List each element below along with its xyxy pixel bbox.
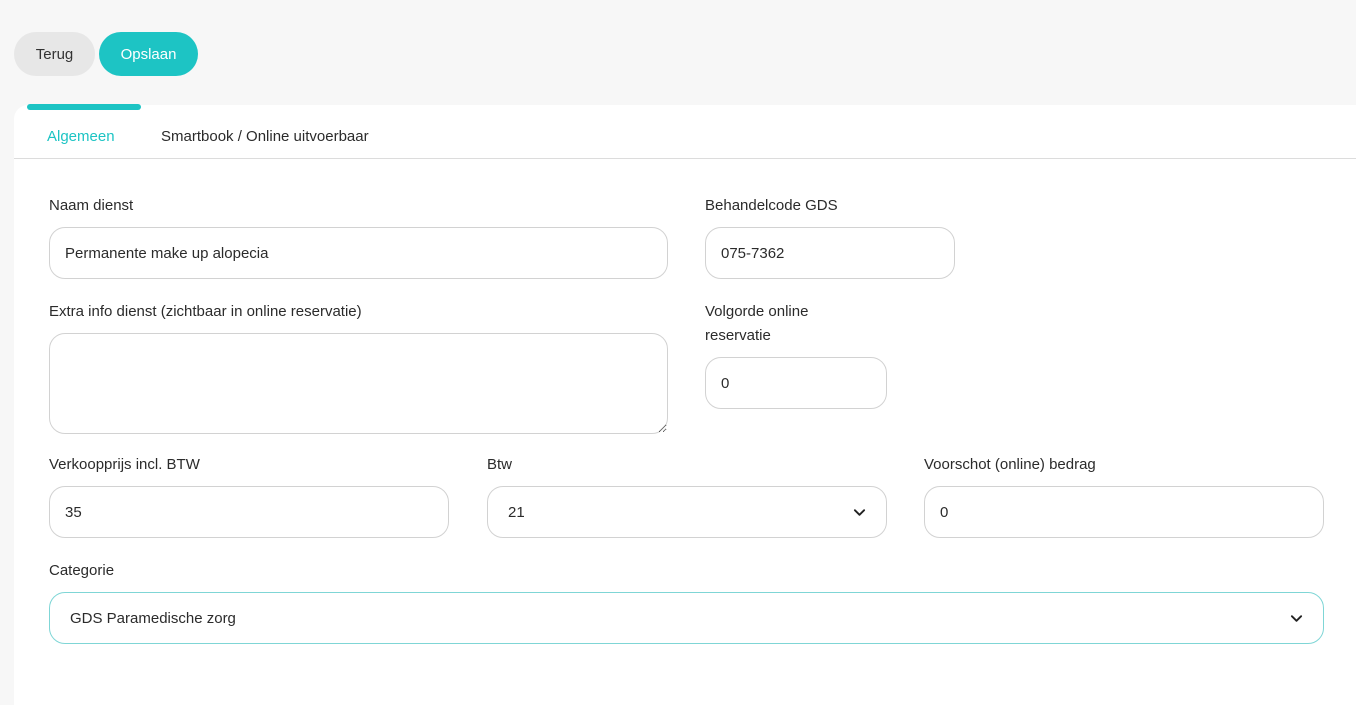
chevron-down-icon — [853, 508, 866, 516]
category-label: Categorie — [49, 562, 115, 579]
save-button[interactable]: Opslaan — [99, 32, 198, 76]
service-name-input[interactable] — [49, 227, 668, 279]
price-input[interactable] — [49, 486, 449, 538]
category-select-value: GDS Paramedische zorg — [70, 609, 236, 627]
gds-code-label: Behandelcode GDS — [705, 197, 838, 214]
deposit-input[interactable] — [924, 486, 1324, 538]
vat-label: Btw — [487, 456, 513, 473]
category-select[interactable]: GDS Paramedische zorg — [49, 592, 1324, 644]
tab-bar: Algemeen Smartbook / Online uitvoerbaar — [14, 105, 1356, 159]
service-form-card: Algemeen Smartbook / Online uitvoerbaar … — [14, 104, 1356, 705]
online-order-input[interactable] — [705, 357, 887, 409]
tab-smartbook-online[interactable]: Smartbook / Online uitvoerbaar — [161, 128, 369, 145]
back-button[interactable]: Terug — [14, 32, 95, 76]
vat-select-wrapper: 21 — [487, 486, 887, 538]
online-order-label-line1: Volgorde online — [705, 303, 809, 320]
extra-info-label: Extra info dienst (zichtbaar in online r… — [49, 303, 362, 320]
gds-code-input[interactable] — [705, 227, 955, 279]
extra-info-textarea[interactable] — [49, 333, 668, 434]
tab-general[interactable]: Algemeen — [47, 128, 115, 145]
chevron-down-icon — [1290, 614, 1303, 622]
deposit-label: Voorschot (online) bedrag — [924, 456, 1096, 473]
online-order-label-line2: reservatie — [705, 327, 771, 344]
category-select-wrapper: GDS Paramedische zorg — [49, 592, 1324, 644]
toolbar: Terug Opslaan — [14, 32, 198, 76]
service-name-label: Naam dienst — [49, 197, 134, 214]
vat-select[interactable]: 21 — [487, 486, 887, 538]
vat-select-value: 21 — [508, 503, 525, 521]
price-label: Verkoopprijs incl. BTW — [49, 456, 200, 473]
